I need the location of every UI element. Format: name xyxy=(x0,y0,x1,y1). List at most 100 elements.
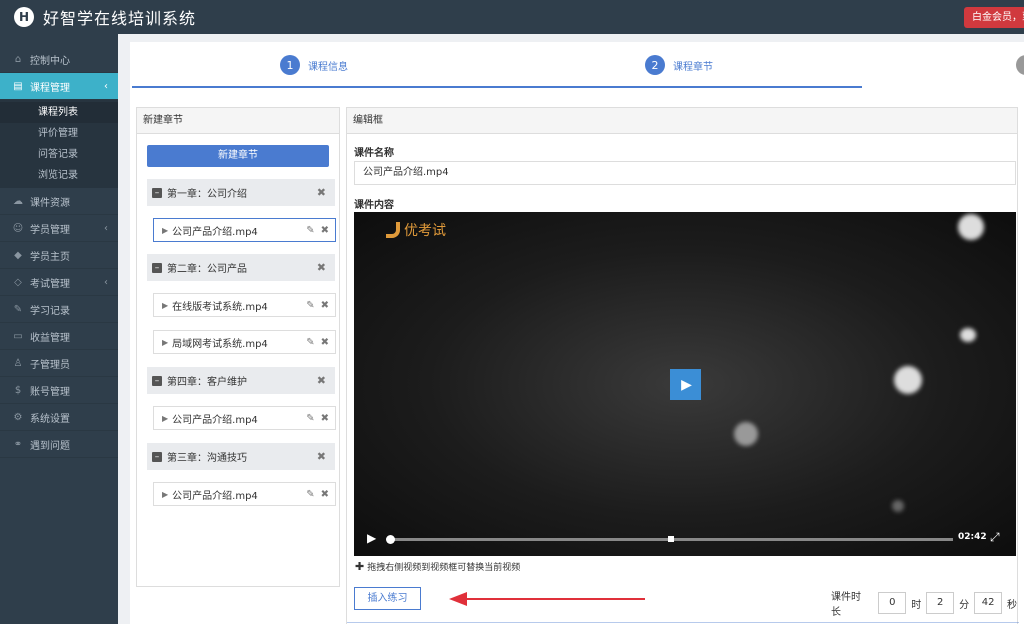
member-badge[interactable]: 白金会员，到 xyxy=(964,7,1024,28)
play-icon: ▶ xyxy=(162,337,169,347)
lesson-item[interactable]: ▶ 局域网考试系统.mp4 ✎ ✖ xyxy=(153,330,336,354)
hours-unit: 时 xyxy=(911,599,922,611)
step-progress-line xyxy=(132,86,862,88)
course-submenu: 课程列表 评价管理 问答记录 浏览记录 xyxy=(0,100,118,188)
delete-icon[interactable]: ✖ xyxy=(317,186,326,199)
editor-panel: 编辑框 课件名称 公司产品介绍.mp4 课件内容 优考试 ▶ ▶ 02:42 ⤢… xyxy=(346,107,1019,624)
lesson-title: 公司产品介绍.mp4 xyxy=(172,414,258,426)
edit-icon[interactable]: ✎ xyxy=(306,337,314,348)
sidebar-item-exams[interactable]: ◇ 考试管理 ‹ xyxy=(0,269,118,296)
sidebar-item-course-management[interactable]: ▤ 课程管理 ‹ xyxy=(0,73,118,100)
insert-exercise-button[interactable]: 插入练习 xyxy=(354,587,421,610)
sidebar-item-sub-admins[interactable]: ♙ 子管理员 xyxy=(0,350,118,377)
play-icon: ▶ xyxy=(162,300,169,310)
delete-icon[interactable]: ✖ xyxy=(321,337,329,348)
fullscreen-icon[interactable]: ⤢ xyxy=(990,530,1000,545)
lesson-item[interactable]: ▶ 公司产品介绍.mp4 ✎ ✖ xyxy=(153,406,336,430)
sidebar-subitem-qa[interactable]: 问答记录 xyxy=(0,144,118,165)
hours-input[interactable]: 0 xyxy=(878,592,907,614)
chapter-row[interactable]: – 第二章：公司产品 ✖ xyxy=(147,254,335,281)
chapters-panel: 新建章节 新建章节 – 第一章：公司介绍 ✖ ▶ 公司产品介绍.mp4 ✎ ✖ –… xyxy=(136,107,340,587)
stepper: 1 课程信息 2 课程章节 xyxy=(130,42,1024,88)
delete-icon[interactable]: ✖ xyxy=(321,300,329,311)
lesson-item[interactable]: ▶ 公司产品介绍.mp4 ✎ ✖ xyxy=(153,482,336,506)
play-icon: ▶ xyxy=(162,413,169,423)
editor-panel-title: 编辑框 xyxy=(347,108,1017,134)
graduation-cap-icon: ◆ xyxy=(14,249,22,261)
edit-icon[interactable]: ✎ xyxy=(306,225,314,236)
delete-icon[interactable]: ✖ xyxy=(317,450,326,463)
lesson-title: 在线版考试系统.mp4 xyxy=(172,301,268,313)
sidebar-item-label: 学员管理 xyxy=(30,224,70,236)
progress-handle[interactable] xyxy=(386,535,395,544)
step-number: 2 xyxy=(645,55,665,75)
new-chapter-button[interactable]: 新建章节 xyxy=(147,145,329,167)
chapter-title: 第二章：公司产品 xyxy=(167,264,247,275)
dollar-icon: $ xyxy=(14,384,22,396)
chapter-title: 第四章：客户维护 xyxy=(167,377,247,388)
sidebar-item-student-home[interactable]: ◆ 学员主页 xyxy=(0,242,118,269)
top-bar: H 好智学在线培训系统 白金会员，到 xyxy=(0,0,1024,34)
sidebar-item-label: 遇到问题 xyxy=(30,440,70,452)
collapse-icon[interactable]: – xyxy=(152,451,162,462)
gear-icon: ⚙ xyxy=(13,411,23,423)
chapter-row[interactable]: – 第三章：沟通技巧 ✖ xyxy=(147,443,335,470)
sidebar-item-label: 学习记录 xyxy=(30,305,70,317)
play-pause-button[interactable]: ▶ xyxy=(367,531,376,545)
courseware-name-input[interactable]: 公司产品介绍.mp4 xyxy=(354,161,1016,185)
collapse-icon[interactable]: – xyxy=(152,375,162,386)
delete-icon[interactable]: ✖ xyxy=(321,489,329,500)
sidebar-item-account[interactable]: $ 账号管理 xyxy=(0,377,118,404)
watermark-logo-icon xyxy=(386,222,400,238)
chapter-title: 第一章：公司介绍 xyxy=(167,189,247,200)
sidebar-item-label: 学员主页 xyxy=(30,251,70,263)
sidebar: ⌂ 控制中心 ▤ 课程管理 ‹ 课程列表 评价管理 问答记录 浏览记录 ☁ 课件… xyxy=(0,34,118,624)
chapter-row[interactable]: – 第一章：公司介绍 ✖ xyxy=(147,179,335,206)
sidebar-item-study-records[interactable]: ✎ 学习记录 xyxy=(0,296,118,323)
step-next-indicator[interactable] xyxy=(1016,55,1024,75)
sidebar-item-courseware[interactable]: ☁ 课件资源 xyxy=(0,188,118,215)
progress-marker xyxy=(668,536,674,542)
sidebar-item-settings[interactable]: ⚙ 系统设置 xyxy=(0,404,118,431)
sidebar-subitem-course-list[interactable]: 课程列表 xyxy=(0,102,118,123)
video-player[interactable]: 优考试 ▶ ▶ 02:42 ⤢ xyxy=(354,212,1016,556)
card-icon: ▭ xyxy=(13,330,23,342)
delete-icon[interactable]: ✖ xyxy=(321,225,329,236)
step-course-chapters[interactable]: 2 课程章节 xyxy=(645,55,713,75)
video-progress-bar[interactable] xyxy=(386,535,953,544)
step-course-info[interactable]: 1 课程信息 xyxy=(280,55,348,75)
big-play-button[interactable]: ▶ xyxy=(670,369,701,400)
edit-icon[interactable]: ✎ xyxy=(306,413,314,424)
link-icon: ⚭ xyxy=(13,438,23,450)
delete-icon[interactable]: ✖ xyxy=(317,261,326,274)
edit-icon[interactable]: ✎ xyxy=(306,300,314,311)
sidebar-item-label: 考试管理 xyxy=(30,278,70,290)
sidebar-item-students[interactable]: ☺ 学员管理 ‹ xyxy=(0,215,118,242)
content-card: 1 课程信息 2 课程章节 新建章节 新建章节 – 第一章：公司介绍 ✖ ▶ 公… xyxy=(130,42,1024,624)
sidebar-item-label: 收益管理 xyxy=(30,332,70,344)
edit-icon[interactable]: ✎ xyxy=(306,489,314,500)
lesson-item[interactable]: ▶ 在线版考试系统.mp4 ✎ ✖ xyxy=(153,293,336,317)
collapse-icon[interactable]: – xyxy=(152,187,162,198)
courseware-name-label: 课件名称 xyxy=(354,148,394,159)
play-icon: ▶ xyxy=(162,489,169,499)
delete-icon[interactable]: ✖ xyxy=(317,374,326,387)
collapse-icon[interactable]: – xyxy=(152,262,162,273)
lesson-title: 局域网考试系统.mp4 xyxy=(172,338,268,350)
step-number: 1 xyxy=(280,55,300,75)
sidebar-item-help[interactable]: ⚭ 遇到问题 xyxy=(0,431,118,458)
step-label: 课程信息 xyxy=(308,61,348,73)
lesson-item[interactable]: ▶ 公司产品介绍.mp4 ✎ ✖ xyxy=(153,218,336,242)
users-icon: ☺ xyxy=(12,222,24,234)
sidebar-item-revenue[interactable]: ▭ 收益管理 xyxy=(0,323,118,350)
app-logo: H xyxy=(14,7,34,27)
sidebar-subitem-browse-history[interactable]: 浏览记录 xyxy=(0,165,118,186)
chapter-row[interactable]: – 第四章：客户维护 ✖ xyxy=(147,367,335,394)
sidebar-subitem-reviews[interactable]: 评价管理 xyxy=(0,123,118,144)
bokeh-light xyxy=(894,366,922,394)
seconds-input[interactable]: 42 xyxy=(974,592,1003,614)
courseware-duration: 课件时长 0 时 2 分 42 秒 xyxy=(831,588,1017,618)
minutes-input[interactable]: 2 xyxy=(926,592,955,614)
sidebar-item-dashboard[interactable]: ⌂ 控制中心 xyxy=(0,46,118,73)
delete-icon[interactable]: ✖ xyxy=(321,413,329,424)
